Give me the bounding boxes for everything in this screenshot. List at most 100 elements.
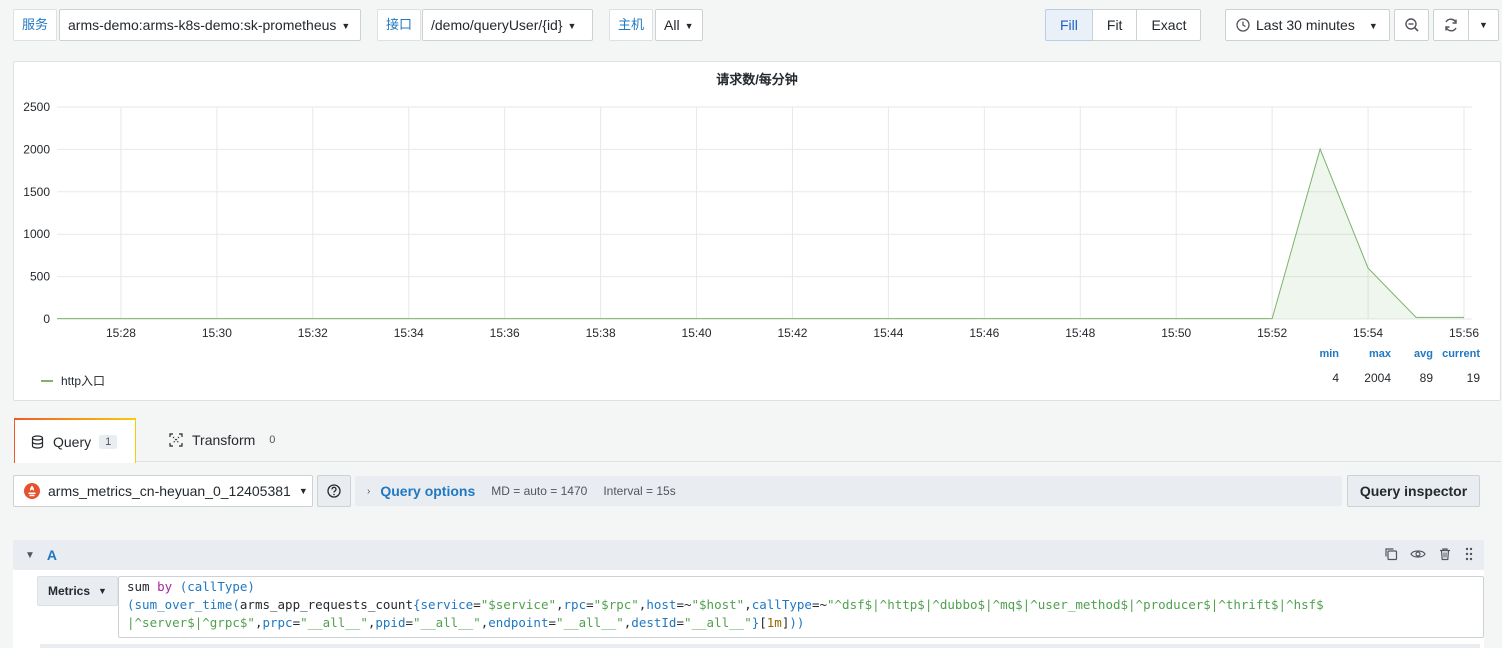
help-button[interactable] bbox=[317, 475, 351, 507]
y-tick-label: 1000 bbox=[23, 227, 50, 241]
chevron-right-icon: › bbox=[367, 485, 371, 497]
query-inspector-button[interactable]: Query inspector bbox=[1347, 475, 1480, 507]
promql-line-3: |^server$|^grpc$",prpc="__all__",ppid="_… bbox=[127, 615, 805, 630]
eye-icon[interactable] bbox=[1410, 547, 1426, 561]
x-tick-label: 15:36 bbox=[490, 326, 520, 340]
duplicate-icon[interactable] bbox=[1384, 547, 1398, 561]
legend-stat-avg: avg 89 bbox=[1393, 348, 1433, 385]
metrics-mode-label: Metrics bbox=[48, 584, 91, 598]
exact-button[interactable]: Exact bbox=[1136, 9, 1202, 41]
metrics-mode-button[interactable]: Metrics ▼ bbox=[37, 576, 118, 606]
chevron-down-icon: ▼ bbox=[341, 21, 351, 31]
zoom-out-button[interactable] bbox=[1394, 9, 1429, 41]
tab-query[interactable]: Query 1 bbox=[14, 418, 136, 463]
refresh-icon bbox=[1445, 18, 1457, 32]
trash-icon[interactable] bbox=[1438, 547, 1452, 561]
tab-transform[interactable]: Transform 0 bbox=[153, 418, 297, 462]
variable-value-service: arms-demo:arms-k8s-demo:sk-prometheus bbox=[68, 17, 337, 33]
graph-panel: 请求数/每分钟 0 500 1000 1500 2000 2500 15:28 15:30 15… bbox=[13, 61, 1501, 401]
legend-header-avg[interactable]: avg bbox=[1393, 348, 1433, 360]
transform-icon bbox=[169, 433, 183, 447]
legend-stat-max: max 2004 bbox=[1351, 348, 1391, 385]
query-row-footer bbox=[40, 644, 1480, 648]
database-icon bbox=[31, 434, 44, 449]
panel-size-group: Fill Fit Exact bbox=[1045, 9, 1202, 41]
y-tick-label: 500 bbox=[30, 270, 50, 284]
y-tick-label: 2500 bbox=[23, 100, 50, 114]
fill-button[interactable]: Fill bbox=[1045, 9, 1093, 41]
chevron-down-icon[interactable]: ▼ bbox=[25, 550, 35, 561]
variable-select-service[interactable]: arms-demo:arms-k8s-demo:sk-prometheus ▼ bbox=[59, 9, 361, 41]
legend-value-max: 2004 bbox=[1364, 371, 1391, 385]
x-tick-label: 15:40 bbox=[682, 326, 712, 340]
legend-header-min[interactable]: min bbox=[1299, 348, 1339, 360]
query-ref-id: A bbox=[46, 547, 58, 563]
y-tick-label: 1500 bbox=[23, 185, 50, 199]
x-tick-label: 15:42 bbox=[777, 326, 807, 340]
query-options-bar[interactable]: › Query options MD = auto = 1470 Interva… bbox=[355, 476, 1342, 506]
x-tick-label: 15:38 bbox=[586, 326, 616, 340]
chevron-down-icon: ▼ bbox=[684, 21, 694, 31]
x-tick-label: 15:50 bbox=[1161, 326, 1191, 340]
x-tick-label: 15:56 bbox=[1449, 326, 1479, 340]
time-range-label: Last 30 minutes bbox=[1256, 17, 1355, 33]
query-row-header[interactable]: ▼ A bbox=[13, 540, 1484, 570]
variable-label-host: 主机 bbox=[609, 9, 654, 41]
legend-value-min: 4 bbox=[1332, 371, 1339, 385]
promql-line-2: (sum_over_time(arms_app_requests_count{s… bbox=[127, 597, 1324, 612]
x-tick-label: 15:46 bbox=[969, 326, 999, 340]
x-tick-label: 15:52 bbox=[1257, 326, 1287, 340]
chevron-down-icon: ▼ bbox=[98, 586, 107, 596]
variable-label-service: 服务 bbox=[13, 9, 58, 41]
question-circle-icon bbox=[327, 484, 341, 498]
tab-query-count: 1 bbox=[99, 434, 118, 449]
chevron-down-icon: ▼ bbox=[1368, 21, 1378, 31]
legend-stat-min: min 4 bbox=[1299, 348, 1339, 385]
drag-handle-icon[interactable] bbox=[1464, 547, 1474, 561]
time-range-picker[interactable]: Last 30 minutes ▼ bbox=[1225, 9, 1390, 41]
refresh-button[interactable] bbox=[1433, 9, 1469, 41]
query-row-actions bbox=[1384, 547, 1474, 561]
y-tick-label: 2000 bbox=[23, 142, 50, 156]
query-options-md: MD = auto = 1470 bbox=[491, 484, 588, 498]
variable-select-host[interactable]: All ▼ bbox=[655, 9, 703, 41]
legend-item[interactable]: http入口 bbox=[41, 372, 105, 389]
variable-bar: 服务 arms-demo:arms-k8s-demo:sk-prometheus… bbox=[0, 0, 1502, 50]
x-tick-label: 15:48 bbox=[1065, 326, 1095, 340]
query-options-label[interactable]: Query options bbox=[380, 483, 475, 499]
variable-label-endpoint: 接口 bbox=[377, 9, 422, 41]
datasource-picker[interactable]: arms_metrics_cn-heyuan_0_12405381 ▼ bbox=[13, 475, 313, 507]
tab-transform-label: Transform bbox=[192, 432, 256, 448]
chevron-down-icon: ▼ bbox=[567, 21, 577, 31]
x-tick-label: 15:32 bbox=[298, 326, 328, 340]
x-tick-label: 15:34 bbox=[394, 326, 424, 340]
x-tick-label: 15:30 bbox=[202, 326, 232, 340]
y-tick-label: 0 bbox=[43, 312, 50, 326]
fit-button[interactable]: Fit bbox=[1091, 9, 1138, 41]
variable-select-endpoint[interactable]: /demo/queryUser/{id} ▼ bbox=[422, 9, 593, 41]
legend-value-current: 19 bbox=[1466, 371, 1480, 385]
refresh-interval-dropdown[interactable]: ▼ bbox=[1468, 9, 1499, 41]
zoom-out-icon bbox=[1404, 18, 1419, 32]
tab-transform-count: 0 bbox=[269, 434, 276, 446]
legend-header-current[interactable]: current bbox=[1436, 348, 1480, 360]
x-tick-label: 15:54 bbox=[1353, 326, 1383, 340]
query-row-body: Metrics ▼ sum by (callType) (sum_over_tim… bbox=[13, 570, 1484, 648]
datasource-name: arms_metrics_cn-heyuan_0_12405381 bbox=[48, 483, 291, 499]
legend-value-avg: 89 bbox=[1419, 371, 1433, 385]
legend-stat-current: current 19 bbox=[1436, 348, 1480, 385]
editor-tabs: Query 1 Transform 0 bbox=[13, 418, 1501, 463]
variable-value-host: All bbox=[664, 17, 680, 33]
legend-series-name: http入口 bbox=[61, 374, 106, 388]
prometheus-icon bbox=[24, 483, 40, 499]
x-tick-label: 15:44 bbox=[873, 326, 903, 340]
tab-query-label: Query bbox=[53, 433, 92, 450]
chevron-down-icon: ▼ bbox=[298, 486, 308, 496]
legend-swatch bbox=[41, 379, 53, 382]
chevron-down-icon: ▼ bbox=[1479, 20, 1488, 30]
x-tick-label: 15:28 bbox=[106, 326, 136, 340]
query-options-interval: Interval = 15s bbox=[603, 484, 676, 498]
chart-canvas[interactable]: 0 500 1000 1500 2000 2500 15:28 15:30 15:32 15:34… bbox=[14, 62, 1500, 400]
promql-editor[interactable]: sum by (callType) (sum_over_time(arms_ap… bbox=[118, 576, 1484, 638]
legend-header-max[interactable]: max bbox=[1351, 348, 1391, 360]
